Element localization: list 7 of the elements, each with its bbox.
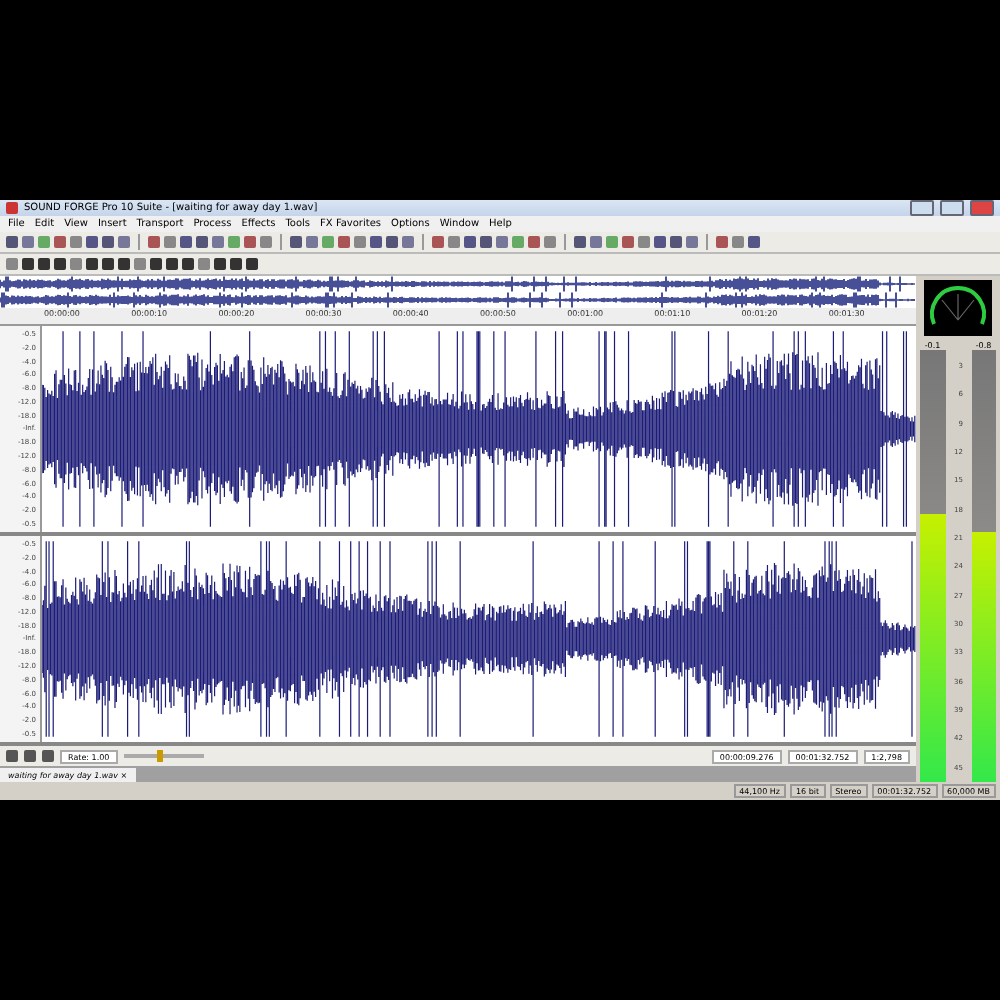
dial-meter-icon [924, 280, 992, 336]
overview-waveform-drawing[interactable] [0, 276, 916, 308]
minimize-button[interactable] [910, 200, 934, 216]
app-icon [6, 202, 18, 214]
waveform-drawing[interactable] [42, 536, 916, 742]
maximize-button[interactable] [940, 200, 964, 216]
waveform-drawing[interactable] [42, 326, 916, 532]
